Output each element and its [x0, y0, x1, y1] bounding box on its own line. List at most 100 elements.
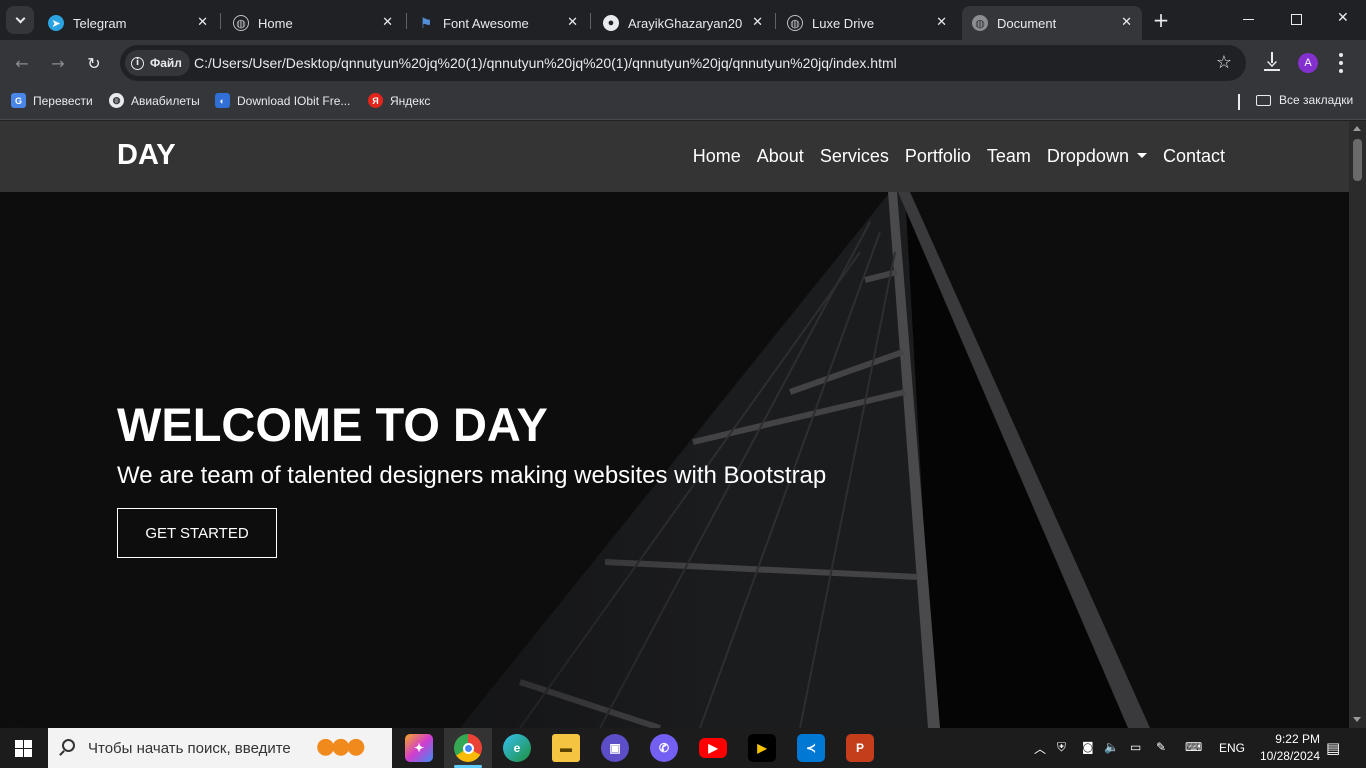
page-scrollbar[interactable]: [1349, 121, 1366, 728]
copilot-icon[interactable]: ✦: [405, 734, 433, 762]
media-player-icon[interactable]: ▶: [748, 734, 776, 762]
browser-toolbar: ← → ↻ i Файл C:/Users/User/Desktop/qnnut…: [0, 40, 1366, 86]
tab-title: Document: [997, 15, 1057, 31]
all-bookmarks-button[interactable]: Все закладки: [1256, 93, 1353, 107]
windows-start-icon[interactable]: [15, 740, 32, 757]
close-icon[interactable]: ✕: [752, 15, 763, 30]
file-explorer-icon[interactable]: ▬: [552, 734, 580, 762]
tab-search-button[interactable]: [6, 6, 34, 34]
nav-home[interactable]: Home: [693, 146, 741, 167]
chevron-down-icon: [15, 13, 25, 23]
bookmark-flights[interactable]: ◍ Авиабилеты: [109, 93, 200, 108]
avatar[interactable]: A: [1298, 53, 1318, 73]
get-started-button[interactable]: GET STARTED: [117, 508, 277, 558]
tab-luxe-drive[interactable]: ◍ Luxe Drive ✕: [777, 6, 957, 40]
powerpoint-icon[interactable]: P: [846, 734, 874, 762]
star-icon[interactable]: ☆: [1216, 52, 1232, 73]
tab-strip: ➤ Telegram ✕ ◍ Home ✕ ⚑ Font Awesome ✕ ●…: [0, 0, 1366, 40]
info-icon: i: [131, 56, 144, 70]
tab-font-awesome[interactable]: ⚑ Font Awesome ✕: [408, 6, 588, 40]
site-navbar: DAY Home About Services Portfolio Team D…: [0, 121, 1349, 192]
nav-about[interactable]: About: [757, 146, 804, 167]
file-chip-label: Файл: [150, 56, 182, 70]
forward-button[interactable]: →: [45, 50, 71, 76]
search-icon-handle: [59, 750, 65, 756]
edge-icon[interactable]: e: [503, 734, 531, 762]
caret-down-icon: [1136, 152, 1147, 158]
tab-document[interactable]: ◍ Document ✕: [962, 6, 1142, 40]
site-logo[interactable]: DAY: [117, 139, 176, 172]
building-background-image: [0, 192, 1150, 728]
pumpkins-icon: ●●●: [316, 734, 366, 759]
flag-icon: ⚑: [419, 14, 433, 31]
bookmarks-divider: [1238, 94, 1240, 110]
globe-icon: ◍: [233, 15, 249, 31]
tab-github[interactable]: ● ArayikGhazaryan2011 ✕: [593, 6, 773, 40]
network-icon[interactable]: ▭: [1130, 740, 1141, 754]
media-app-icon[interactable]: ▣: [601, 734, 629, 762]
show-hidden-icons-chevron-icon[interactable]: ︿: [1034, 740, 1046, 757]
nav-dropdown-label: Dropdown: [1046, 146, 1129, 166]
security-icon[interactable]: ⛨: [1057, 740, 1066, 755]
taskbar-search-input[interactable]: Чтобы начать поиск, введите ●●●: [48, 728, 392, 768]
search-placeholder: Чтобы начать поиск, введите: [88, 739, 291, 757]
keyboard-icon[interactable]: ⌨: [1185, 740, 1202, 754]
bookmark-translate[interactable]: G Перевести: [11, 93, 93, 108]
close-icon[interactable]: ✕: [197, 15, 208, 30]
iobit-icon: ◐: [215, 93, 230, 108]
download-icon[interactable]: [1263, 52, 1281, 72]
tab-title: Luxe Drive: [812, 15, 875, 31]
tab-separator: [775, 13, 776, 29]
windows-taskbar: Чтобы начать поиск, введите ●●● ✦ e ▬ ▣ …: [0, 728, 1366, 768]
url-text[interactable]: C:/Users/User/Desktop/qnnutyun%20jq%20(1…: [194, 55, 897, 71]
clock-date: 10/28/2024: [1259, 749, 1320, 763]
bookmark-label: Перевести: [33, 93, 93, 108]
close-window-button[interactable]: ✕: [1337, 10, 1349, 26]
address-bar[interactable]: i Файл C:/Users/User/Desktop/qnnutyun%20…: [120, 45, 1246, 81]
tab-separator: [406, 13, 407, 29]
close-icon[interactable]: ✕: [567, 15, 578, 30]
globe-icon: ◍: [787, 15, 803, 31]
pen-icon[interactable]: ✎: [1156, 740, 1166, 754]
tab-telegram[interactable]: ➤ Telegram ✕: [38, 6, 218, 40]
close-icon[interactable]: ✕: [936, 15, 947, 30]
youtube-icon[interactable]: ▶: [699, 738, 727, 758]
language-indicator[interactable]: ENG: [1219, 741, 1245, 755]
hero-subtitle: We are team of talented designers making…: [117, 462, 827, 489]
site-info-chip[interactable]: i Файл: [125, 50, 190, 76]
nav-menu: Home About Services Portfolio Team Dropd…: [693, 146, 1225, 167]
bookmark-iobit[interactable]: ◐ Download IObit Fre...: [215, 93, 350, 108]
chrome-icon[interactable]: [454, 734, 482, 762]
viber-icon[interactable]: ✆: [650, 734, 678, 762]
globe-icon: ◍: [109, 93, 124, 108]
back-button[interactable]: ←: [9, 50, 35, 76]
camera-icon[interactable]: ◙: [1082, 740, 1094, 754]
new-tab-button[interactable]: +: [1150, 8, 1172, 32]
scrollbar-thumb[interactable]: [1353, 139, 1362, 181]
clock[interactable]: 9:22 PM 10/28/2024: [1250, 731, 1320, 765]
minimize-button[interactable]: [1243, 19, 1254, 20]
nav-contact[interactable]: Contact: [1163, 146, 1225, 167]
folder-icon: [1256, 94, 1271, 106]
notifications-icon[interactable]: ▤: [1326, 739, 1340, 757]
nav-services[interactable]: Services: [820, 146, 889, 167]
reload-button[interactable]: ↻: [81, 50, 107, 76]
bookmark-yandex[interactable]: Я Яндекс: [368, 93, 430, 108]
tab-title: Telegram: [73, 15, 127, 31]
bookmark-label: Яндекс: [390, 93, 431, 108]
volume-icon[interactable]: 🔈: [1104, 740, 1119, 754]
close-icon[interactable]: ✕: [1121, 15, 1132, 30]
bookmark-label: Авиабилеты: [131, 93, 200, 108]
scroll-up-arrow-icon[interactable]: [1353, 126, 1361, 131]
nav-dropdown[interactable]: Dropdown: [1047, 146, 1147, 167]
vscode-icon[interactable]: ≺: [797, 734, 825, 762]
nav-team[interactable]: Team: [987, 146, 1031, 167]
telegram-icon: ➤: [48, 15, 64, 31]
restore-button[interactable]: [1291, 14, 1302, 25]
nav-portfolio[interactable]: Portfolio: [905, 146, 971, 167]
tab-home[interactable]: ◍ Home ✕: [223, 6, 403, 40]
menu-icon[interactable]: [1339, 53, 1343, 73]
hero-title: WELCOME TO DAY: [117, 398, 548, 451]
scroll-down-arrow-icon[interactable]: [1353, 717, 1361, 722]
close-icon[interactable]: ✕: [382, 15, 393, 30]
